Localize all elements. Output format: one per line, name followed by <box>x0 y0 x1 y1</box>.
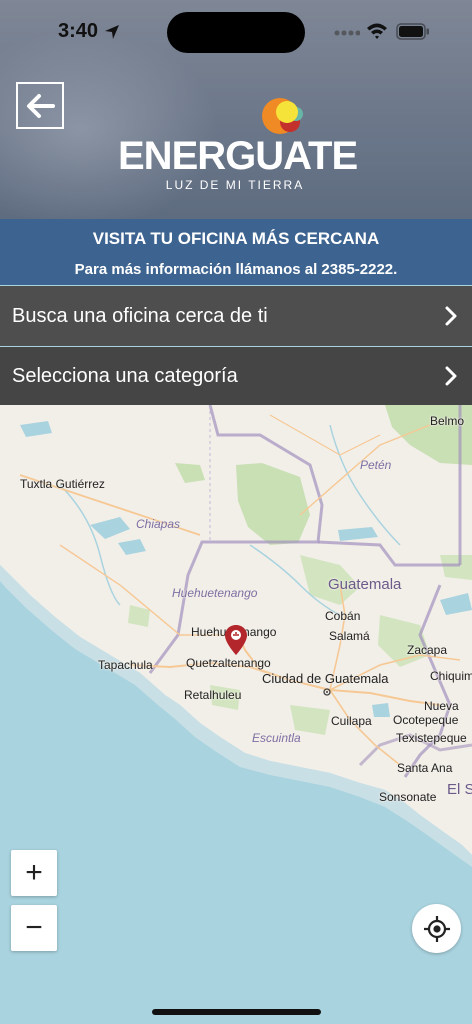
dynamic-island <box>167 12 305 53</box>
map-label-belmopan: Belmo <box>430 414 465 428</box>
signal-icon <box>334 30 360 36</box>
map-label-chiquimula: Chiquim <box>430 669 472 683</box>
wifi-icon <box>367 23 387 39</box>
my-location-button[interactable] <box>412 904 461 953</box>
map-label-zacapa: Zacapa <box>407 643 448 657</box>
crosshair-icon <box>423 915 450 942</box>
search-office-row[interactable]: Busca una oficina cerca de ti <box>0 286 472 346</box>
select-category-row[interactable]: Selecciona una categoría <box>0 347 472 405</box>
chevron-right-icon <box>445 366 457 386</box>
map-label-chiapas: Chiapas <box>136 517 181 531</box>
map-label-tuxtla: Tuxtla Gutiérrez <box>20 477 105 491</box>
brand-name: ENERGUATE <box>118 134 358 178</box>
zoom-out-label: − <box>25 911 43 944</box>
brand-tagline: LUZ DE MI TIERRA <box>165 178 305 192</box>
info-banner: VISITA TU OFICINA MÁS CERCANA Para más i… <box>0 219 472 285</box>
zoom-in-button[interactable]: + <box>11 850 57 896</box>
zoom-in-label: + <box>25 856 43 889</box>
map-label-sonsonate: Sonsonate <box>379 790 437 804</box>
map-label-santa-ana: Santa Ana <box>397 761 453 775</box>
select-category-label: Selecciona una categoría <box>12 364 238 387</box>
map-label-huehuetenango-dept: Huehuetenango <box>172 586 258 600</box>
banner-phone-info: Para más información llámanos al 2385-22… <box>74 261 398 278</box>
map-label-quetzaltenango: Quetzaltenango <box>186 656 271 670</box>
home-indicator[interactable] <box>152 1009 321 1015</box>
location-arrow-icon <box>105 25 119 39</box>
chevron-right-icon <box>445 306 457 326</box>
banner-title: VISITA TU OFICINA MÁS CERCANA <box>92 229 380 248</box>
map-label-peten: Petén <box>360 458 392 472</box>
office-location-pin[interactable] <box>224 624 248 656</box>
map-label-ciudad-guatemala: Ciudad de Guatemala <box>262 671 389 686</box>
map-label-nueva: Nueva <box>424 699 459 713</box>
map-label-salama: Salamá <box>329 629 370 643</box>
map-label-cuilapa: Cuilapa <box>331 714 372 728</box>
app-header: 3:40 ENERGUATE LUZ DE MI TIERRA <box>0 0 472 219</box>
battery-icon <box>396 23 429 40</box>
map-label-escuintla: Escuintla <box>252 731 301 745</box>
map-label-texistepeque: Texistepeque <box>396 731 467 745</box>
zoom-out-button[interactable]: − <box>11 905 57 951</box>
map-label-coban: Cobán <box>325 609 361 623</box>
back-button[interactable] <box>16 82 64 129</box>
back-arrow-icon <box>27 93 55 118</box>
status-time: 3:40 <box>58 20 99 42</box>
map-label-retalhuleu: Retalhuleu <box>184 688 242 702</box>
map-label-ocotepeque: Ocotepeque <box>393 713 459 727</box>
map-label-tapachula: Tapachula <box>98 658 153 672</box>
office-map[interactable]: Belmo Petén Tuxtla Gutiérrez Chiapas Gua… <box>0 405 472 1024</box>
search-office-label: Busca una oficina cerca de ti <box>12 304 268 327</box>
brand-logo: ENERGUATE LUZ DE MI TIERRA <box>118 92 358 192</box>
map-label-el-salvador: El S <box>447 781 472 798</box>
map-label-guatemala: Guatemala <box>328 576 402 593</box>
status-bar: 3:40 <box>0 0 472 60</box>
